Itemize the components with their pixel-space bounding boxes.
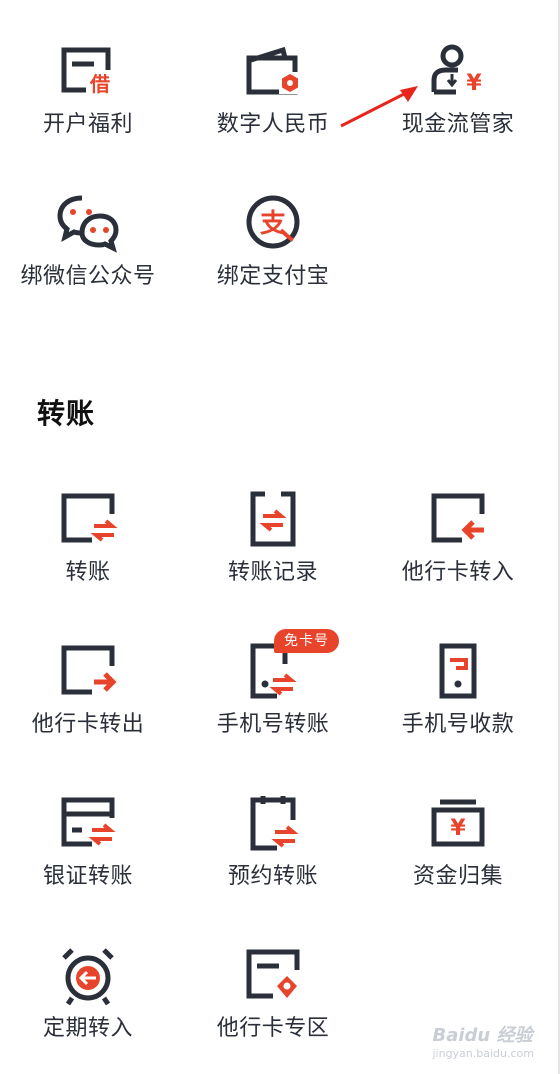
transfer-item-scheduled[interactable]: 预约转账	[180, 792, 366, 892]
alarm-clock-icon	[62, 948, 114, 1006]
svg-text:支: 支	[260, 209, 286, 239]
transfer-item-label: 他行卡转入	[401, 560, 515, 585]
svg-text:¥: ¥	[450, 816, 466, 841]
transfer-item-record[interactable]: 转账记录	[180, 488, 366, 588]
cashflow-manager-icon: ¥	[431, 44, 482, 96]
service-label: 绑定支付宝	[216, 264, 330, 289]
transfer-item-fund-collection[interactable]: ¥ 资金归集	[365, 792, 551, 892]
service-label: 开户福利	[42, 112, 133, 137]
transfer-item-label: 定期转入	[42, 1016, 133, 1041]
baidu-watermark: Baidu 经验 jingyan.baidu.com	[432, 1021, 534, 1060]
no-card-number-badge: 免卡号	[274, 629, 339, 653]
watermark-brand: Baidu 经验	[432, 1025, 533, 1046]
transfer-item-label: 他行卡专区	[216, 1016, 330, 1041]
transfer-item-time-deposit-in[interactable]: 定期转入	[0, 944, 181, 1044]
transfer-item-transfer[interactable]: 转账	[0, 488, 181, 588]
transfer-item-label: 资金归集	[412, 864, 503, 889]
service-wechat[interactable]: 绑微信公众号	[0, 192, 181, 292]
annotation-arrow	[340, 86, 418, 128]
transfer-item-phone-transfer[interactable]: 手机号转账	[180, 640, 366, 740]
fund-collection-icon: ¥	[431, 799, 485, 847]
service-account-welfare[interactable]: 借 开户福利	[0, 40, 181, 140]
transfer-item-label: 银证转账	[42, 864, 133, 889]
scheduled-transfer-icon	[250, 796, 299, 851]
transfer-item-label: 预约转账	[227, 864, 318, 889]
other-bank-zone-icon	[246, 949, 300, 999]
transfer-record-icon	[250, 490, 296, 547]
watermark-url: jingyan.baidu.com	[432, 1047, 534, 1060]
transfer-item-other-bank-zone[interactable]: 他行卡专区	[180, 944, 366, 1044]
transfer-icon	[61, 493, 118, 544]
transfer-item-other-bank-in[interactable]: 他行卡转入	[365, 488, 551, 588]
transfer-item-phone-receive[interactable]: 手机号收款	[365, 640, 551, 740]
digital-rmb-wallet-icon	[246, 46, 301, 95]
section-title-transfer: 转账	[37, 397, 96, 430]
alipay-icon: 支	[246, 195, 300, 249]
svg-text:¥: ¥	[466, 71, 482, 96]
wechat-icon	[57, 195, 119, 253]
other-bank-in-icon	[431, 493, 485, 543]
transfer-item-label: 转账	[65, 560, 111, 585]
other-bank-out-icon	[61, 645, 117, 695]
account-welfare-icon: 借	[61, 47, 114, 96]
svg-text:借: 借	[89, 72, 110, 96]
transfer-item-bank-securities[interactable]: 银证转账	[0, 792, 181, 892]
service-label: 绑微信公众号	[20, 264, 156, 289]
service-alipay[interactable]: 支 绑定支付宝	[180, 192, 366, 292]
transfer-item-label: 他行卡转出	[31, 712, 145, 737]
bank-securities-icon	[61, 797, 116, 847]
transfer-item-other-bank-out[interactable]: 他行卡转出	[0, 640, 181, 740]
transfer-item-label: 手机号转账	[216, 712, 330, 737]
transfer-item-label: 手机号收款	[401, 712, 515, 737]
transfer-item-label: 转账记录	[227, 560, 318, 585]
phone-receive-icon	[439, 643, 477, 699]
